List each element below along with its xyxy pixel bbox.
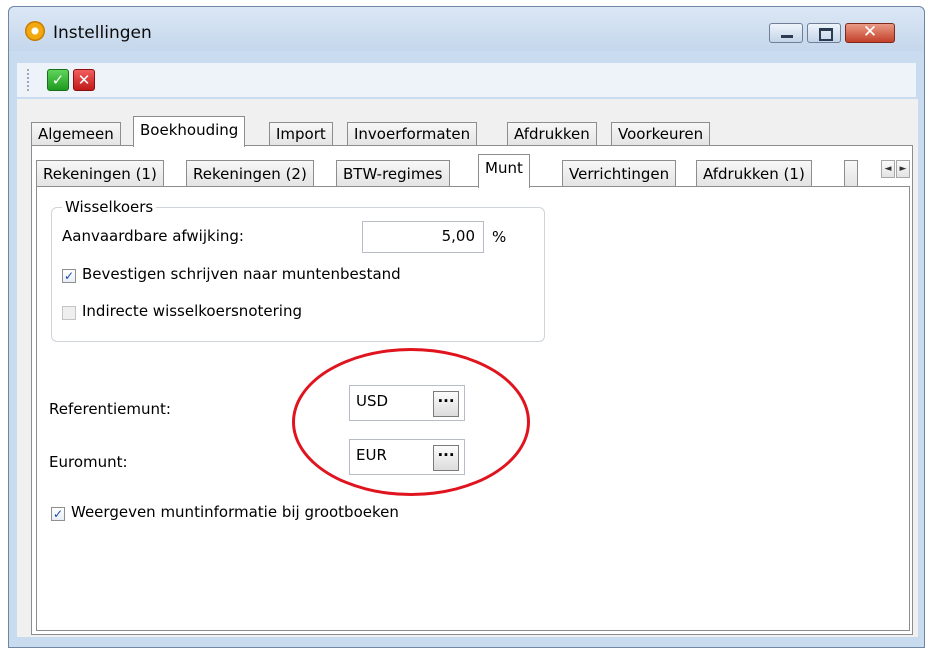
tab-boekhouding[interactable]: Boekhouding [133,116,246,147]
munt-panel: Wisselkoers Aanvaardbare afwijking: 5,00… [36,186,910,631]
wisselkoers-legend: Wisselkoers [62,198,157,216]
window-title: Instellingen [53,23,152,43]
subtab-afdrukken-1[interactable]: Afdrukken (1) [696,160,812,187]
tab-algemeen[interactable]: Algemeen [31,122,121,146]
dialog-client-area: Algemeen Boekhouding Import Invoerformat… [17,99,918,637]
subtab-hidden-next[interactable] [844,160,858,187]
tab-invoerformaten[interactable]: Invoerformaten [347,122,478,146]
checkmark-icon: ✓ [51,71,65,89]
tab-afdrukken[interactable]: Afdrukken [507,122,597,146]
tab-scroll-arrows: ◄ ► [881,160,911,180]
weergeven-label: Weergeven muntinformatie bij grootboeken [71,503,399,521]
referentiemunt-browse-button[interactable]: ··· [433,391,459,417]
subtab-verrichtingen[interactable]: Verrichtingen [562,160,677,187]
maximize-button[interactable] [807,23,841,43]
cross-icon: ✕ [77,71,91,89]
subtab-rekeningen-1[interactable]: Rekeningen (1) [36,160,164,187]
indirecte-label: Indirecte wisselkoersnotering [82,302,302,320]
app-gear-icon [25,21,45,41]
wisselkoers-group: Wisselkoers Aanvaardbare afwijking: 5,00… [51,198,545,342]
toolbar: ✓ ✕ [17,63,916,97]
tab-voorkeuren[interactable]: Voorkeuren [611,122,711,146]
referentiemunt-value: USD [356,392,389,410]
afwijking-input[interactable]: 5,00 [362,221,484,253]
euromunt-field[interactable]: EUR ··· [349,439,465,475]
close-icon: ✕ [862,22,878,42]
toolbar-grip[interactable] [27,69,32,91]
euromunt-value: EUR [356,446,387,464]
subtab-rekeningen-2[interactable]: Rekeningen (2) [186,160,314,187]
referentiemunt-label: Referentiemunt: [49,400,171,418]
scroll-right-icon[interactable]: ► [896,160,910,178]
subtab-munt[interactable]: Munt [478,154,530,188]
title-bar[interactable]: Instellingen ✕ [9,7,924,51]
settings-window: Instellingen ✕ ✓ ✕ Algemeen Boekhouding … [8,6,925,648]
minimize-icon [781,35,793,38]
afwijking-unit: % [492,228,507,246]
afwijking-label: Aanvaardbare afwijking: [62,227,244,245]
close-window-button[interactable]: ✕ [845,22,895,43]
tab-import[interactable]: Import [269,122,333,146]
subtab-btw-regimes[interactable]: BTW-regimes [336,160,450,187]
indirecte-checkbox[interactable] [62,306,76,320]
euromunt-label: Euromunt: [49,453,128,471]
referentiemunt-field[interactable]: USD ··· [349,385,465,421]
bevestigen-label: Bevestigen schrijven naar muntenbestand [82,265,401,283]
minimize-button[interactable] [769,23,803,43]
confirm-button[interactable]: ✓ [47,69,69,91]
cancel-button[interactable]: ✕ [73,69,95,91]
maximize-icon [819,28,833,41]
boekhouding-tab-page: Rekeningen (1) Rekeningen (2) BTW-regime… [31,145,913,635]
euromunt-browse-button[interactable]: ··· [433,445,459,471]
scroll-left-icon[interactable]: ◄ [881,160,895,178]
weergeven-checkbox[interactable]: ✓ [51,507,65,521]
bevestigen-checkbox[interactable]: ✓ [62,269,76,283]
